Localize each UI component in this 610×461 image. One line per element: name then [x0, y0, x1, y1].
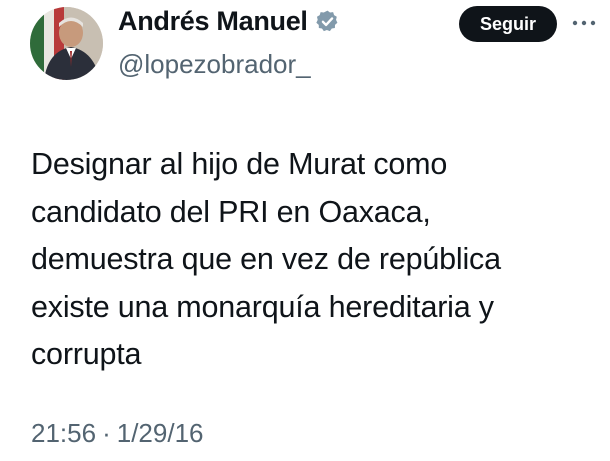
verified-badge-icon	[315, 9, 340, 34]
author-name-row[interactable]: Andrés Manuel	[118, 6, 340, 37]
author-display-name[interactable]: Andrés Manuel	[118, 6, 308, 37]
tweet-card: Andrés Manuel @lopezobrador_ Seguir Desi…	[0, 0, 610, 461]
tweet-text-line: candidato del PRI en Oaxaca,	[31, 194, 431, 229]
more-options-icon[interactable]	[570, 16, 598, 28]
tweet-time: 21:56	[31, 418, 97, 448]
tweet-text-line: demuestra que en vez de república	[31, 242, 501, 276]
follow-button[interactable]: Seguir	[459, 6, 557, 42]
tweet-timestamp[interactable]: 21:56 · 1/29/16	[31, 418, 204, 449]
avatar-photo	[30, 7, 103, 80]
tweet-text: Designar al hijo de Murat como candidato…	[31, 141, 596, 379]
author-handle[interactable]: @lopezobrador_	[118, 49, 311, 80]
tweet-text-line: corrupta	[31, 337, 142, 371]
tweet-text-line: existe una monarquía hereditaria y	[31, 289, 494, 324]
tweet-date: 1/29/16	[116, 418, 204, 448]
timestamp-separator: ·	[102, 418, 111, 448]
tweet-text-line: Designar al hijo de Murat como	[31, 147, 448, 181]
avatar[interactable]	[30, 7, 103, 80]
